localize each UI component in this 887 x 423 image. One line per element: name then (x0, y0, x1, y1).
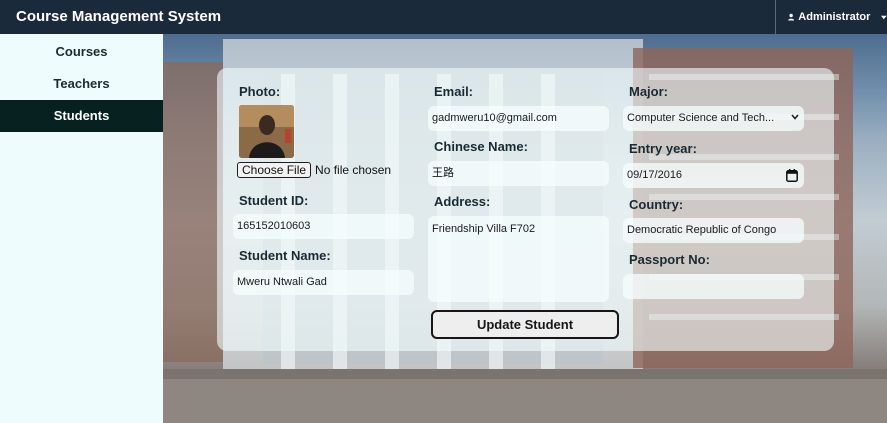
user-menu[interactable]: Administrator (775, 0, 887, 34)
update-student-button[interactable]: Update Student (431, 310, 619, 339)
passport-input[interactable] (623, 274, 804, 299)
passport-label: Passport No: (629, 252, 710, 267)
file-status: No file chosen (315, 163, 392, 177)
sidebar-item-courses[interactable]: Courses (0, 36, 163, 68)
entry-year-input[interactable]: 09/17/2016 (623, 163, 804, 188)
country-input[interactable]: Democratic Republic of Congo (623, 218, 804, 243)
sidebar-item-teachers[interactable]: Teachers (0, 68, 163, 100)
file-input[interactable]: Choose File No file chosen (237, 162, 391, 178)
major-label: Major: (629, 84, 668, 99)
sidebar: Courses Teachers Students (0, 34, 163, 423)
chinese-name-input[interactable]: 王路 (428, 161, 609, 186)
student-name-input[interactable]: Mweru Ntwali Gad (233, 270, 414, 295)
photo-label: Photo: (239, 84, 281, 99)
caret-down-icon (881, 15, 887, 19)
student-photo (239, 105, 294, 158)
email-input[interactable]: gadmweru10@gmail.com (428, 106, 609, 131)
entry-year-value: 09/17/2016 (627, 169, 683, 181)
user-icon (788, 13, 795, 21)
student-id-input[interactable]: 165152010603 (233, 214, 414, 239)
address-textarea[interactable]: Friendship Villa F702 (428, 216, 609, 302)
email-label: Email: (434, 84, 474, 99)
major-select[interactable]: Computer Science and Tech... (623, 106, 804, 131)
top-navbar: Course Management System Administrator (0, 0, 887, 34)
student-id-label: Student ID: (239, 193, 309, 208)
entry-year-label: Entry year: (629, 141, 697, 156)
sidebar-item-students[interactable]: Students (0, 100, 163, 132)
user-menu-label: Administrator (798, 11, 871, 23)
app-title[interactable]: Course Management System (16, 8, 221, 25)
country-label: Country: (629, 197, 684, 212)
calendar-icon[interactable] (786, 169, 798, 182)
chevron-down-icon (791, 114, 799, 120)
major-select-value: Computer Science and Tech... (627, 112, 775, 124)
chinese-name-label: Chinese Name: (434, 139, 528, 154)
student-name-label: Student Name: (239, 248, 331, 263)
address-label: Address: (434, 194, 491, 209)
choose-file-button[interactable]: Choose File (237, 162, 312, 178)
